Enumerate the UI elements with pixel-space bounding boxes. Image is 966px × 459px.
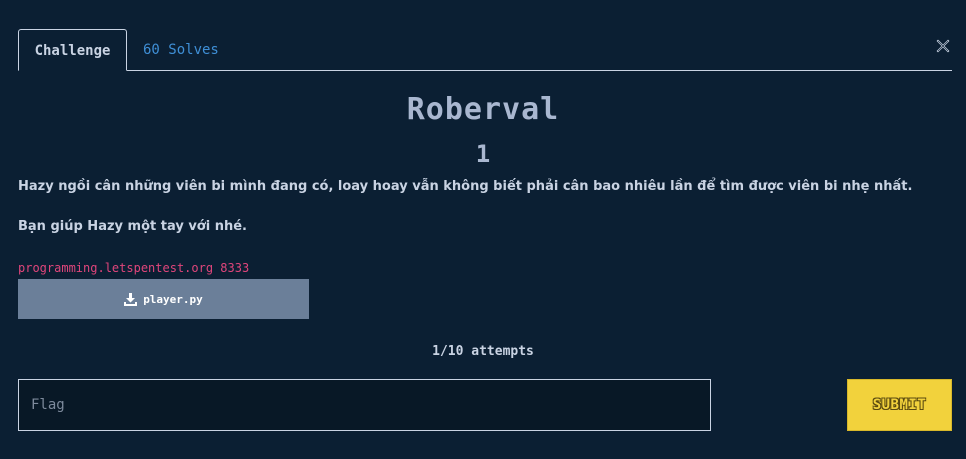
download-file-button[interactable]: player.py <box>18 279 309 319</box>
download-file-label: player.py <box>143 292 203 306</box>
close-button[interactable] <box>935 38 951 54</box>
submit-button[interactable]: SUBMIT <box>847 379 952 431</box>
close-icon <box>936 39 950 53</box>
tab-bar: Challenge 60 Solves <box>18 29 952 71</box>
challenge-description-line-1: Hazy ngồi cân những viên bi mình đang có… <box>18 179 913 194</box>
tab-solves[interactable]: 60 Solves <box>143 29 219 71</box>
flag-input[interactable] <box>18 379 711 431</box>
challenge-modal: Challenge 60 Solves Roberval 1 Hazy ngồi… <box>0 0 966 459</box>
attempts-counter: 1/10 attempts <box>432 344 534 359</box>
tab-challenge[interactable]: Challenge <box>18 29 127 71</box>
challenge-points: 1 <box>475 140 491 168</box>
challenge-name: Roberval <box>406 92 560 127</box>
download-icon <box>124 292 138 306</box>
challenge-description-line-2: Bạn giúp Hazy một tay với nhé. <box>18 219 247 234</box>
connection-info: programming.letspentest.org 8333 <box>18 261 250 275</box>
